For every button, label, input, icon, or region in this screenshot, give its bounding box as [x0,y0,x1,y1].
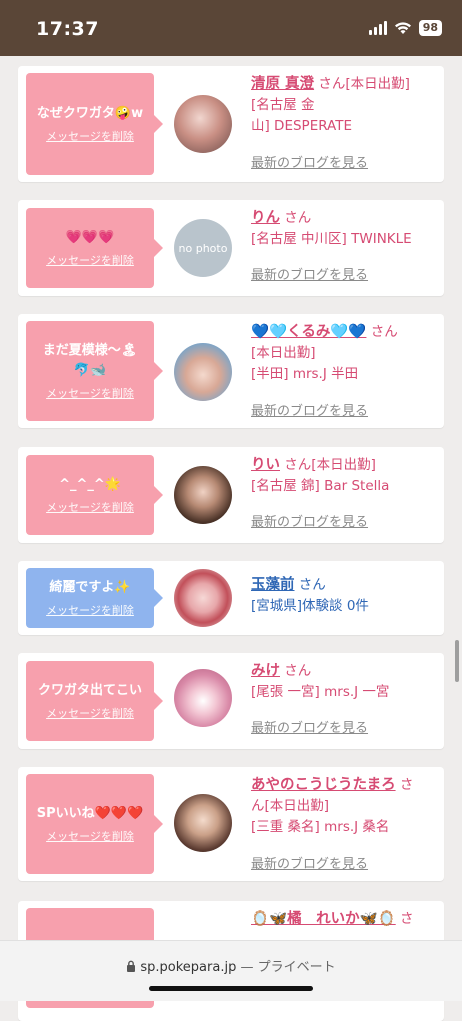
avatar[interactable] [174,794,232,852]
blog-link[interactable]: 最新のブログを見る [251,717,368,736]
profile-name-link[interactable]: りん [251,210,280,226]
delete-message-link[interactable]: メッセージを削除 [46,602,134,618]
message-text: 💗💗💗 [65,230,115,245]
message-text: まだ夏模様〜🏝 🐬🐋 [42,343,138,378]
profile-info: あやのこうじうたまろ さ ん[本日出勤] [三重 桑名] mrs.J 桑名 [251,775,436,838]
shop-info: [尾張 一宮] mrs.J 一宮 [251,684,390,700]
profile-name-link[interactable]: 🪞🦋橘 れいか🦋🪞 [251,911,396,927]
delete-message-link[interactable]: メッセージを削除 [46,499,134,515]
message-text: クワガタ出てこい [37,683,142,698]
battery-icon: 98 [418,20,442,36]
scrollbar-thumb[interactable] [455,640,459,682]
avatar[interactable] [174,343,232,401]
message-card: SPいいね❤️❤️❤️ メッセージを削除 あやのこうじうたまろ さ ん[本日出勤… [18,767,444,881]
signal-icon [368,21,387,35]
message-card: まだ夏模様〜🏝 🐬🐋 メッセージを削除 💙🩵くるみ🩵💙 さん [本日出勤] [半… [18,314,444,428]
profile-name-link[interactable]: みけ [251,663,280,679]
status-bar: 17:37 98 [0,0,462,56]
profile-info: みけ さん [尾張 一宮] mrs.J 一宮 [251,661,436,703]
profile-name-link[interactable]: あやのこうじうたまろ [251,777,396,793]
profile-info: 清原 真澄 さん[本日出勤] [名古屋 金 山] DESPERATE [251,74,436,137]
message-bubble: クワガタ出てこい メッセージを削除 [26,661,163,741]
status-time: 17:37 [36,18,99,40]
shop-info: [半田] mrs.J 半田 [251,366,359,382]
honorific: さん [370,324,398,340]
message-text: SPいいね❤️❤️❤️ [36,806,144,821]
honorific: さん [318,76,346,92]
blog-link[interactable]: 最新のブログを見る [251,264,368,283]
message-bubble: 💗💗💗 メッセージを削除 [26,208,163,288]
shift-status: [本日出勤] [251,345,316,361]
message-bubble: ^_^_^🌟 メッセージを削除 [26,455,163,535]
message-bubble: 綺麗ですよ✨ メッセージを削除 [26,568,163,628]
avatar[interactable] [174,95,232,153]
status-icons: 98 [368,20,442,36]
honorific: さん [284,210,312,226]
delete-message-link[interactable]: メッセージを削除 [46,385,134,401]
avatar[interactable] [174,669,232,727]
honorific: さ [399,777,414,793]
private-mode-label: プライベート [257,960,336,975]
honorific: さん[本日出勤] [284,457,376,473]
shop-info: [三重 桑名] mrs.J 桑名 [251,819,390,835]
profile-name-link[interactable]: 清原 真澄 [251,76,314,92]
profile-name-link[interactable]: 💙🩵くるみ🩵💙 [251,324,366,340]
message-bubble: まだ夏模様〜🏝 🐬🐋 メッセージを削除 [26,321,163,421]
message-bubble: SPいいね❤️❤️❤️ メッセージを削除 [26,774,163,874]
avatar[interactable] [174,466,232,524]
message-text: なぜクワガタ🤪w [36,106,144,121]
shop-info: [宮城県]体験談 0件 [251,598,369,614]
profile-name-link[interactable]: 玉藻前 [251,577,295,593]
delete-message-link[interactable]: メッセージを削除 [46,705,134,721]
shop-info: [名古屋 錦] Bar Stella [251,478,390,494]
honorific: さ [400,911,414,927]
browser-url-bar[interactable]: sp.pokepara.jp — プライベート [0,940,462,1001]
message-card: なぜクワガタ🤪w メッセージを削除 清原 真澄 さん[本日出勤] [名古屋 金 … [18,66,444,182]
message-card: 💗💗💗 メッセージを削除 no photo りん さん [名古屋 中川区] TW… [18,200,444,296]
wifi-icon [394,22,411,34]
shop-info: [名古屋 中川区] TWINKLE [251,231,412,247]
profile-info: りい さん[本日出勤] [名古屋 錦] Bar Stella [251,455,436,497]
avatar[interactable] [174,569,232,627]
blog-link[interactable]: 最新のブログを見る [251,400,368,419]
shift-status: [本日出勤] [345,76,410,92]
message-card: ^_^_^🌟 メッセージを削除 りい さん[本日出勤] [名古屋 錦] Bar … [18,447,444,543]
profile-name-link[interactable]: りい [251,457,280,473]
home-indicator[interactable] [149,986,313,991]
profile-info: りん さん [名古屋 中川区] TWINKLE [251,208,436,250]
profile-info: 💙🩵くるみ🩵💙 さん [本日出勤] [半田] mrs.J 半田 [251,322,436,385]
avatar[interactable]: no photo [174,219,232,277]
shift-status: ん[本日出勤] [251,798,330,814]
message-text: ^_^_^🌟 [59,477,121,492]
profile-info: 玉藻前 さん [宮城県]体験談 0件 [251,575,436,617]
profile-info: 🪞🦋橘 れいか🦋🪞 さ [251,909,436,930]
url-display[interactable]: sp.pokepara.jp — プライベート [0,956,462,975]
separator: — [236,960,258,975]
no-photo-label: no photo [178,242,228,255]
message-bubble: なぜクワガタ🤪w メッセージを削除 [26,73,163,175]
message-card: クワガタ出てこい メッセージを削除 みけ さん [尾張 一宮] mrs.J 一宮… [18,653,444,749]
domain-text: sp.pokepara.jp [140,960,237,975]
blog-link[interactable]: 最新のブログを見る [251,853,368,872]
shop-info: 山] DESPERATE [251,118,353,134]
honorific: さん [298,577,326,593]
delete-message-link[interactable]: メッセージを削除 [46,128,134,144]
shop-info: [名古屋 金 [251,97,315,113]
delete-message-link[interactable]: メッセージを削除 [46,252,134,268]
blog-link[interactable]: 最新のブログを見る [251,152,368,171]
blog-link[interactable]: 最新のブログを見る [251,511,368,530]
message-text: 綺麗ですよ✨ [49,580,131,595]
message-card: 綺麗ですよ✨ メッセージを削除 玉藻前 さん [宮城県]体験談 0件 [18,561,444,635]
honorific: さん [284,663,312,679]
lock-icon [127,960,136,972]
delete-message-link[interactable]: メッセージを削除 [46,828,134,844]
